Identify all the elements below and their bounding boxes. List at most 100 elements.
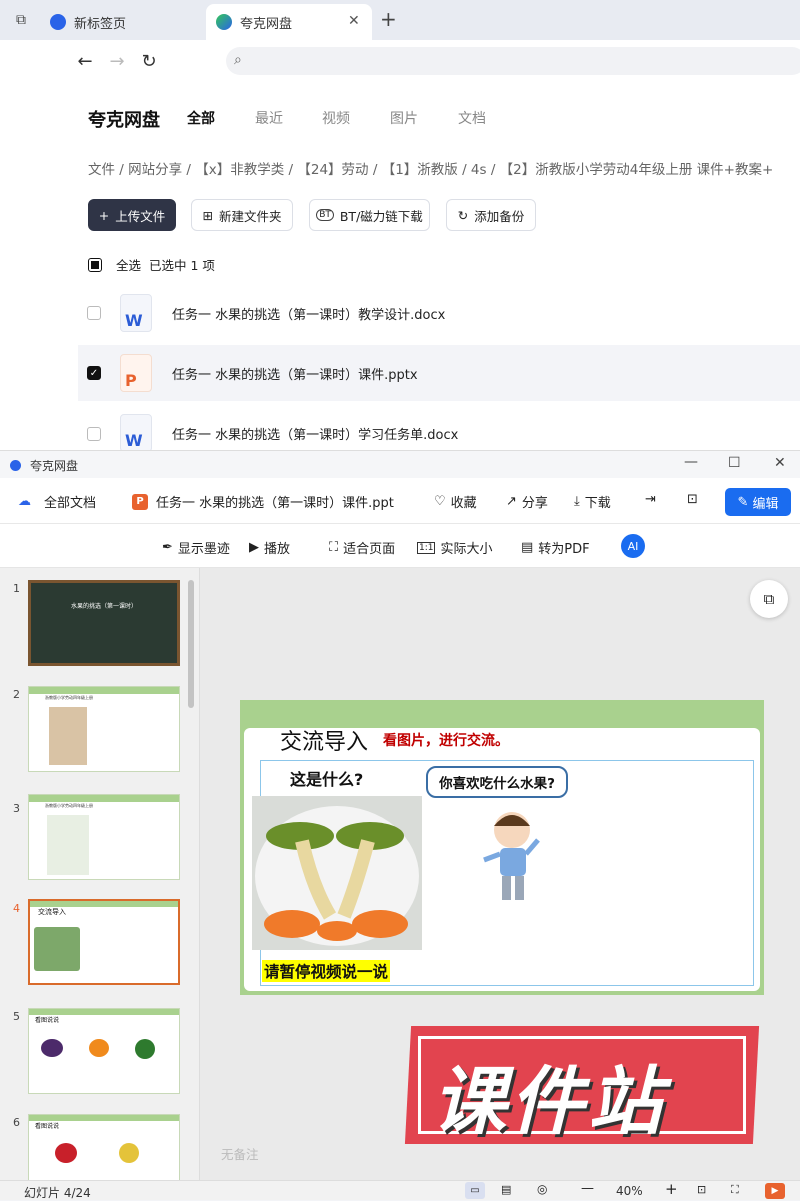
address-bar[interactable]: ⌕: [226, 47, 800, 75]
bt-download-button[interactable]: BT BT/磁力链下载: [309, 199, 430, 231]
file-row[interactable]: ✓ P 任务一 水果的挑选（第一课时）课件.pptx: [78, 345, 800, 401]
pause-video-banner: 请暂停视频说一说: [262, 960, 391, 982]
pear-image: [119, 1143, 139, 1163]
file-checkbox[interactable]: ✓: [87, 366, 101, 380]
upload-button[interactable]: + 上传文件: [88, 199, 176, 231]
file-checkbox[interactable]: [87, 427, 101, 441]
add-backup-button[interactable]: ↻ 添加备份: [446, 199, 536, 231]
select-all-label[interactable]: 全选: [116, 255, 141, 274]
globe-icon[interactable]: ◎: [537, 1182, 547, 1196]
maximize-icon[interactable]: ☐: [728, 455, 741, 471]
all-docs-button[interactable]: ☁ 全部文档: [18, 492, 96, 511]
download-label: 下载: [584, 496, 611, 511]
feedback-icon[interactable]: ⊡: [687, 492, 698, 507]
slide-thumbnail-3[interactable]: 浙教版小学劳动四年级上册: [28, 794, 180, 880]
to-pdf-button[interactable]: ▤ 转为PDF: [521, 538, 590, 557]
pencil-icon: ✎: [737, 494, 749, 510]
sidebar-scrollbar[interactable]: [188, 580, 194, 708]
zoom-level: 40%: [616, 1184, 643, 1198]
category-image[interactable]: 图片: [390, 108, 418, 128]
fit-icon[interactable]: ⊡: [697, 1183, 706, 1196]
thumbnail-image: [47, 815, 89, 875]
thumbnail-number: 5: [13, 1010, 20, 1023]
thumbnail-title: 水果的挑选（第一课时）: [71, 603, 138, 610]
fullscreen-icon[interactable]: ⛶: [731, 1183, 739, 1197]
bt-label: BT/磁力链下载: [339, 208, 423, 224]
fit-page-button[interactable]: ⛶ 适合页面: [329, 538, 395, 557]
speech-bubble: 你喜欢吃什么水果?: [426, 766, 568, 798]
favorite-button[interactable]: ♡ 收藏: [434, 492, 477, 511]
file-name: 任务一 水果的挑选（第一课时）学习任务单.docx: [172, 428, 459, 443]
file-row[interactable]: W 任务一 水果的挑选（第一课时）教学设计.docx: [78, 285, 800, 341]
slide-thumbnail-panel: 1 水果的挑选（第一课时） 2 浙教版小学劳动四年级上册 3 浙教版小学劳动四年…: [0, 568, 200, 1180]
tab-new-tab[interactable]: 新标签页: [40, 4, 204, 40]
all-docs-label: 全部文档: [44, 496, 97, 511]
slide-thumbnail-4-active[interactable]: 交流导入: [28, 899, 180, 985]
new-tab-icon[interactable]: +: [380, 7, 397, 31]
viewer-toolbar: ☁ 全部文档 P 任务一 水果的挑选（第一课时）课件.ppt ♡ 收藏 ↗ 分享 ⤓…: [0, 478, 800, 524]
viewer-window-title: 夸克网盘: [30, 459, 79, 473]
category-recent[interactable]: 最近: [255, 108, 283, 128]
word-file-icon: W: [120, 414, 152, 450]
category-all[interactable]: 全部: [187, 108, 215, 128]
refresh-icon[interactable]: ↻: [138, 50, 160, 72]
share-button[interactable]: ↗ 分享: [506, 492, 548, 511]
cloud-drive-icon: [216, 14, 232, 30]
category-document[interactable]: 文档: [458, 108, 486, 128]
play-label: 播放: [264, 542, 291, 557]
thumbnail-header-bar: [29, 687, 179, 694]
slide-thumbnail-5[interactable]: 看图说说: [28, 1008, 180, 1094]
backup-label: 添加备份: [474, 208, 525, 224]
breadcrumb[interactable]: 文件 / 网站分享 / 【x】非教学类 / 【24】劳动 / 【1】浙教版 / …: [88, 158, 800, 178]
thumbnail-number: 4: [13, 902, 20, 915]
current-file: P 任务一 水果的挑选（第一课时）课件.ppt: [132, 492, 394, 511]
slide-thumbnail-6[interactable]: 看图说说: [28, 1114, 180, 1180]
actual-size-button[interactable]: 1:1 实际大小: [417, 538, 493, 557]
back-icon[interactable]: ←: [74, 50, 96, 72]
slideshow-icon[interactable]: ▶: [765, 1183, 785, 1199]
sync-icon: ↻: [457, 207, 469, 223]
play-icon: ▶: [249, 540, 259, 555]
file-checkbox[interactable]: [87, 306, 101, 320]
viewer-tools-bar: ✒ 显示墨迹 ▶ 播放 ⛶ 适合页面 1:1 实际大小 ▤ 转为PDF AI: [0, 524, 800, 568]
category-video[interactable]: 视频: [322, 108, 350, 128]
zoom-out-icon[interactable]: —: [581, 1181, 594, 1196]
slide-thumbnail-2[interactable]: 浙教版小学劳动四年级上册: [28, 686, 180, 772]
question-what: 这是什么?: [290, 770, 364, 789]
close-tab-icon[interactable]: ✕: [348, 13, 360, 29]
question-favorite: 你喜欢吃什么水果?: [439, 776, 555, 792]
tab-quark-drive[interactable]: 夸克网盘 ✕: [206, 4, 372, 40]
forward-icon[interactable]: →: [106, 50, 128, 72]
file-row[interactable]: W 任务一 水果的挑选（第一课时）学习任务单.docx: [78, 405, 800, 450]
selection-bar: 全选 已选中 1 项: [88, 255, 215, 274]
actual-size-label: 实际大小: [440, 542, 493, 557]
ocr-icon[interactable]: ⧉: [750, 580, 788, 618]
selected-count: 已选中 1 项: [149, 258, 215, 273]
slide-subtitle: 看图片，进行交流。: [383, 733, 509, 749]
fruit-platter-drawing: [255, 806, 419, 946]
notes-view-icon[interactable]: ▤: [501, 1183, 511, 1196]
close-window-icon[interactable]: ✕: [774, 455, 786, 471]
select-all-checkbox[interactable]: [88, 257, 102, 272]
show-ink-button[interactable]: ✒ 显示墨迹: [162, 538, 230, 557]
new-folder-button[interactable]: ⊞ 新建文件夹: [191, 199, 293, 231]
share-icon: ↗: [506, 494, 517, 509]
watermark-text: 课件站: [432, 1059, 666, 1145]
tab-search-icon[interactable]: ⧉: [12, 11, 30, 29]
grape-image: [41, 1039, 63, 1057]
quark-icon: [10, 460, 21, 471]
show-ink-label: 显示墨迹: [177, 542, 230, 557]
download-button[interactable]: ⤓ 下载: [574, 492, 611, 511]
edit-button[interactable]: ✎ 编辑: [725, 488, 791, 516]
upload-label: 上传文件: [115, 208, 166, 224]
zoom-in-icon[interactable]: +: [665, 1180, 678, 1198]
slide-thumbnail-1[interactable]: 水果的挑选（第一课时）: [28, 580, 180, 666]
normal-view-icon[interactable]: ▭: [465, 1182, 485, 1199]
minimize-icon[interactable]: —: [684, 454, 698, 470]
play-button[interactable]: ▶ 播放: [249, 538, 290, 557]
thumbnail-number: 2: [13, 688, 20, 701]
slide-title: 交流导入: [280, 730, 369, 755]
ai-icon[interactable]: AI: [621, 534, 645, 558]
export-icon[interactable]: ⇥: [645, 492, 656, 507]
slide-counter: 幻灯片 4/24: [24, 1186, 91, 1200]
